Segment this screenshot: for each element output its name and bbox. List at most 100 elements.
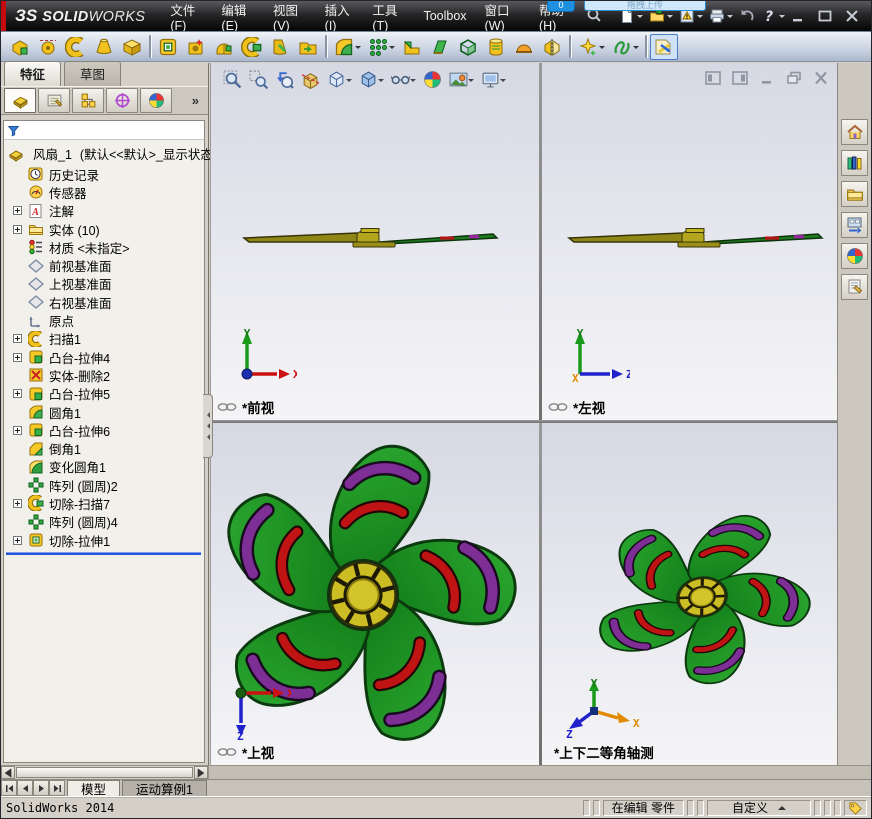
propertymanager-tab[interactable] [38, 88, 70, 113]
expander-icon[interactable] [13, 206, 22, 216]
previous-view-button[interactable] [273, 68, 296, 91]
panel-horizontal-scrollbar[interactable] [1, 766, 209, 779]
section-view-button[interactable] [299, 68, 322, 91]
view-settings-button[interactable] [479, 68, 508, 91]
tree-filter-bar[interactable] [4, 121, 204, 140]
tree-item[interactable]: 实体-删除2 [4, 366, 204, 384]
file-explorer-tab[interactable] [841, 181, 868, 207]
tree-item[interactable]: A 注解 [4, 202, 204, 220]
viewport-top[interactable]: X Z *上视 [211, 423, 539, 765]
swept-cut-button[interactable] [238, 34, 266, 60]
dimxpertmanager-tab[interactable] [106, 88, 138, 113]
wrap-button[interactable] [482, 34, 510, 60]
viewport-isometric[interactable]: Y Z X *上下二等角轴测 [542, 423, 837, 765]
mirror-button[interactable] [538, 34, 566, 60]
status-custom-dropdown[interactable]: 自定义 [707, 799, 811, 816]
revolved-cut-button[interactable] [210, 34, 238, 60]
tab-prev-button[interactable] [17, 780, 33, 796]
minimize-button[interactable] [788, 8, 808, 24]
panel-overflow-button[interactable]: » [186, 93, 205, 108]
tree-root-item[interactable]: 风扇_1 (默认<<默认>_显示状态 [4, 143, 213, 165]
curves-button[interactable] [608, 34, 642, 60]
tree-item[interactable]: 变化圆角1 [4, 458, 204, 476]
apply-scene-button[interactable] [447, 68, 476, 91]
hole-wizard-button[interactable] [182, 34, 210, 60]
expander-icon[interactable] [13, 535, 22, 545]
toolbar-button[interactable] [325, 35, 327, 58]
fillet-button[interactable] [330, 34, 364, 60]
draft-button[interactable] [426, 34, 454, 60]
boundary-boss-button[interactable] [118, 34, 146, 60]
tree-item[interactable]: 上视基准面 [4, 275, 204, 293]
viewport-front[interactable]: Y X *前视 [211, 63, 539, 420]
expander-icon[interactable] [13, 334, 22, 344]
lofted-cut-button[interactable] [266, 34, 294, 60]
split-view-right-button[interactable] [732, 71, 748, 85]
expander-icon[interactable] [13, 389, 22, 399]
toolbar-button[interactable] [149, 35, 151, 58]
tree-item[interactable]: 切除-拉伸1 [4, 531, 204, 549]
reference-geometry-button[interactable] [574, 34, 608, 60]
instant3d-button[interactable] [650, 33, 678, 60]
rib-button[interactable] [398, 34, 426, 60]
dome-button[interactable] [510, 34, 538, 60]
displaymanager-tab[interactable] [140, 88, 172, 113]
pattern-button[interactable] [364, 34, 398, 60]
tab-last-button[interactable] [49, 780, 65, 796]
tree-item[interactable]: 历史记录 [4, 165, 204, 183]
doc-restore-button[interactable] [786, 71, 802, 85]
restore-button[interactable] [815, 8, 835, 24]
view-palette-tab[interactable] [841, 212, 868, 238]
expander-icon[interactable] [13, 498, 22, 508]
view-orientation-button[interactable] [325, 68, 354, 91]
hide-show-items-button[interactable] [389, 68, 418, 91]
scrollbar-thumb[interactable] [16, 767, 193, 778]
tree-item[interactable]: 凸台-拉伸6 [4, 421, 204, 439]
featuremanager-tab[interactable] [4, 88, 36, 113]
undo-button[interactable] [736, 6, 758, 26]
expander-icon[interactable] [13, 352, 22, 362]
tree-item[interactable]: 阵列 (圆周)4 [4, 513, 204, 531]
boundary-cut-button[interactable] [294, 34, 322, 60]
doc-minimize-button[interactable] [759, 71, 775, 85]
close-button[interactable] [842, 8, 862, 24]
display-style-button[interactable] [357, 68, 386, 91]
doc-close-button[interactable] [813, 71, 829, 85]
design-library-tab[interactable] [841, 150, 868, 176]
configurationmanager-tab[interactable] [72, 88, 104, 113]
rollback-bar[interactable] [6, 552, 201, 556]
zoom-to-fit-button[interactable] [221, 68, 244, 91]
edit-appearance-button[interactable] [421, 68, 444, 91]
panel-tab[interactable]: 草图 [64, 61, 122, 86]
tree-item[interactable]: 传感器 [4, 183, 204, 201]
help-button[interactable]: ? [758, 6, 788, 26]
print-button[interactable] [706, 6, 736, 26]
scroll-right-icon[interactable] [194, 766, 208, 779]
extruded-boss-button[interactable] [6, 34, 34, 60]
custom-properties-tab[interactable] [841, 274, 868, 300]
lofted-boss-button[interactable] [90, 34, 118, 60]
tree-item[interactable]: 凸台-拉伸4 [4, 348, 204, 366]
tree-item[interactable]: 实体 (10) [4, 220, 204, 238]
tree-item[interactable]: 原点 [4, 311, 204, 329]
scroll-left-icon[interactable] [1, 766, 15, 779]
toolbar-button[interactable] [645, 35, 647, 58]
expander-icon[interactable] [13, 425, 22, 435]
toolbar-button[interactable] [569, 35, 571, 58]
menu-item[interactable]: Toolbox [414, 3, 475, 29]
solidworks-resources-tab[interactable] [841, 119, 868, 145]
tab-next-button[interactable] [33, 780, 49, 796]
tree-item[interactable]: 凸台-拉伸5 [4, 385, 204, 403]
study-tab[interactable]: 运动算例1 [122, 780, 207, 797]
panel-tab[interactable]: 特征 [4, 61, 62, 86]
tree-item[interactable]: 右视基准面 [4, 293, 204, 311]
tree-item[interactable]: 扫描1 [4, 330, 204, 348]
swept-boss-button[interactable] [62, 34, 90, 60]
tree-item[interactable]: 圆角1 [4, 403, 204, 421]
shell-button[interactable] [454, 34, 482, 60]
tags-button[interactable] [844, 799, 867, 816]
tree-item[interactable]: 前视基准面 [4, 256, 204, 274]
tree-item[interactable]: 阵列 (圆周)2 [4, 476, 204, 494]
study-tab[interactable]: 模型 [67, 780, 121, 797]
zoom-to-area-button[interactable] [247, 68, 270, 91]
